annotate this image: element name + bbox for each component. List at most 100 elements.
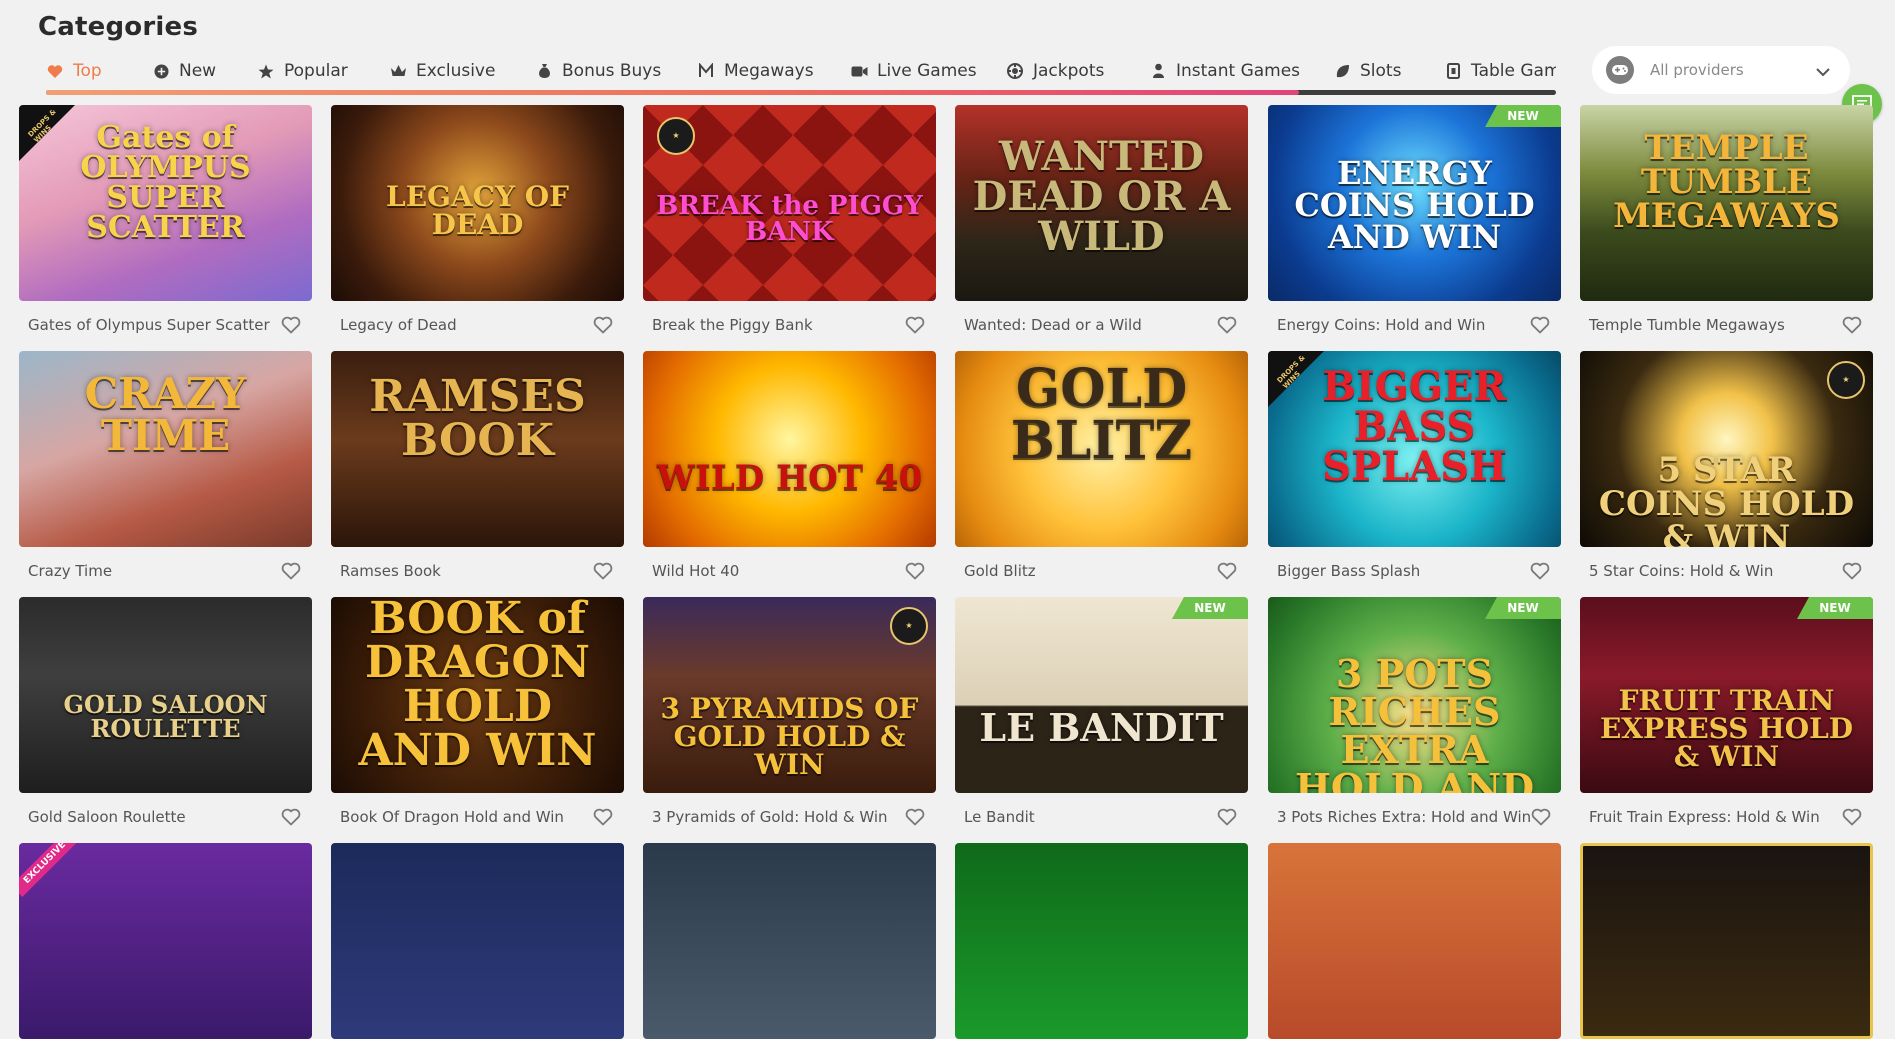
game-thumbnail[interactable]: 5 STAR COINS HOLD & WIN ★ <box>1580 351 1873 547</box>
tab-top[interactable]: Top <box>46 56 102 86</box>
game-thumbnail[interactable]: WILD HOT 40 <box>643 351 936 547</box>
game-name[interactable]: Break the Piggy Bank <box>652 316 813 334</box>
game-meta: 3 Pots Riches Extra: Hold and Win <box>1268 805 1561 829</box>
tab-table-games[interactable]: Table Games <box>1444 56 1556 86</box>
game-logo-text: Gates of OLYMPUS SUPER SCATTER <box>80 120 251 245</box>
game-name[interactable]: Temple Tumble Megaways <box>1589 316 1785 334</box>
game-thumbnail[interactable] <box>1580 843 1873 1039</box>
provider-select[interactable]: All providers <box>1592 46 1850 94</box>
game-logo-text: GOLD SALOON ROULETTE <box>63 690 268 743</box>
game-name[interactable]: 3 Pyramids of Gold: Hold & Win <box>652 808 888 826</box>
game-thumbnail[interactable] <box>1268 843 1561 1039</box>
chevron-down-icon <box>1816 62 1830 81</box>
page-title: Categories <box>38 12 199 42</box>
game-card: BIGGER BASS SPLASH DROPS & WINS Bigger Bas… <box>1268 351 1561 597</box>
game-name[interactable]: Legacy of Dead <box>340 316 457 334</box>
gamepad-icon <box>1606 56 1634 84</box>
game-name[interactable]: 3 Pots Riches Extra: Hold and Win <box>1277 808 1531 826</box>
favorite-heart-icon[interactable] <box>904 806 926 828</box>
tab-new[interactable]: New <box>152 56 216 86</box>
favorite-heart-icon[interactable] <box>1216 314 1238 336</box>
new-badge: NEW <box>1172 597 1248 619</box>
game-name[interactable]: Energy Coins: Hold and Win <box>1277 316 1485 334</box>
game-name[interactable]: Le Bandit <box>964 808 1035 826</box>
game-thumbnail[interactable]: BREAK the PIGGY BANK ★ <box>643 105 936 301</box>
game-thumbnail[interactable]: FRUIT TRAIN EXPRESS HOLD & WIN NEW <box>1580 597 1873 793</box>
game-logo-text: TEMPLE TUMBLE MEGAWAYS <box>1613 128 1840 236</box>
favorite-heart-icon[interactable] <box>1841 314 1863 336</box>
favorite-heart-icon[interactable] <box>592 560 614 582</box>
favorite-heart-icon[interactable] <box>1841 806 1863 828</box>
game-thumbnail[interactable]: RAMSES BOOK <box>331 351 624 547</box>
tab-popular[interactable]: Popular <box>257 56 348 86</box>
game-thumbnail[interactable]: BIGGER BASS SPLASH DROPS & WINS <box>1268 351 1561 547</box>
game-thumbnail[interactable]: CRAZY TIME <box>19 351 312 547</box>
favorite-heart-icon[interactable] <box>280 314 302 336</box>
tab-megaways[interactable]: Megaways <box>697 56 814 86</box>
game-thumbnail[interactable]: GOLD BLITZ <box>955 351 1248 547</box>
game-name[interactable]: Fruit Train Express: Hold & Win <box>1589 808 1820 826</box>
favorite-heart-icon[interactable] <box>1529 314 1551 336</box>
new-badge: NEW <box>1797 597 1873 619</box>
game-thumbnail[interactable] <box>331 843 624 1039</box>
tab-jackpots[interactable]: Jackpots <box>1006 56 1104 86</box>
favorite-heart-icon[interactable] <box>1841 560 1863 582</box>
game-thumbnail[interactable]: 3 PYRAMIDS OF GOLD HOLD & WIN ★ <box>643 597 936 793</box>
game-name[interactable]: Book Of Dragon Hold and Win <box>340 808 564 826</box>
game-card: WILD HOT 40 Wild Hot 40 <box>643 351 936 597</box>
tab-bonus-buys[interactable]: Bonus Buys <box>535 56 661 86</box>
favorite-heart-icon[interactable] <box>592 314 614 336</box>
game-card: GOLD SALOON ROULETTE Gold Saloon Roulette <box>19 597 312 843</box>
game-thumbnail[interactable]: TEMPLE TUMBLE MEGAWAYS <box>1580 105 1873 301</box>
game-name[interactable]: Wanted: Dead or a Wild <box>964 316 1142 334</box>
game-name[interactable]: Gates of Olympus Super Scatter <box>28 316 270 334</box>
game-name[interactable]: Gold Saloon Roulette <box>28 808 186 826</box>
tab-slots[interactable]: Slots <box>1333 56 1401 86</box>
money-bag-icon <box>535 62 553 80</box>
favorite-heart-icon[interactable] <box>592 806 614 828</box>
game-thumbnail[interactable] <box>643 843 936 1039</box>
megaways-icon <box>697 62 715 80</box>
exclusive-ribbon: EXCLUSIVE <box>19 843 79 897</box>
game-thumbnail[interactable]: 3 POTS RICHES EXTRA HOLD AND WIN NEW <box>1268 597 1561 793</box>
game-thumbnail[interactable]: WANTED DEAD OR A WILD <box>955 105 1248 301</box>
game-name[interactable]: Ramses Book <box>340 562 441 580</box>
favorite-heart-icon[interactable] <box>904 560 926 582</box>
game-logo-text: RAMSES BOOK <box>369 371 586 466</box>
game-thumbnail[interactable]: BOOK of DRAGON HOLD AND WIN <box>331 597 624 793</box>
tab-instant-games[interactable]: Instant Games <box>1149 56 1300 86</box>
tab-scrollbar-thumb[interactable] <box>46 90 1299 95</box>
tab-label: Live Games <box>877 61 977 81</box>
game-thumbnail[interactable]: LEGACY OF DEAD <box>331 105 624 301</box>
game-logo-text: LE BANDIT <box>979 705 1224 750</box>
game-name[interactable]: 5 Star Coins: Hold & Win <box>1589 562 1773 580</box>
favorite-heart-icon[interactable] <box>280 806 302 828</box>
game-meta: Book Of Dragon Hold and Win <box>331 805 624 829</box>
game-meta: Legacy of Dead <box>331 313 624 337</box>
game-thumbnail[interactable]: EXCLUSIVE <box>19 843 312 1039</box>
game-thumbnail[interactable]: LE BANDIT NEW <box>955 597 1248 793</box>
tab-exclusive[interactable]: Exclusive <box>389 56 495 86</box>
game-meta: Break the Piggy Bank <box>643 313 936 337</box>
game-meta: Crazy Time <box>19 559 312 583</box>
game-card: LEGACY OF DEAD Legacy of Dead <box>331 105 624 351</box>
game-name[interactable]: Wild Hot 40 <box>652 562 739 580</box>
favorite-heart-icon[interactable] <box>1216 806 1238 828</box>
game-name[interactable]: Bigger Bass Splash <box>1277 562 1420 580</box>
game-thumbnail[interactable]: Gates of OLYMPUS SUPER SCATTER DROPS & WI… <box>19 105 312 301</box>
game-card: BOOK of DRAGON HOLD AND WIN Book Of Drago… <box>331 597 624 843</box>
favorite-heart-icon[interactable] <box>904 314 926 336</box>
game-name[interactable]: Gold Blitz <box>964 562 1036 580</box>
game-logo-text: ENERGY COINS HOLD AND WIN <box>1294 154 1535 256</box>
new-badge: NEW <box>1485 597 1561 619</box>
game-thumbnail[interactable]: GOLD SALOON ROULETTE <box>19 597 312 793</box>
favorite-heart-icon[interactable] <box>1216 560 1238 582</box>
game-name[interactable]: Crazy Time <box>28 562 112 580</box>
favorite-heart-icon[interactable] <box>280 560 302 582</box>
game-thumbnail[interactable] <box>955 843 1248 1039</box>
favorite-heart-icon[interactable] <box>1531 806 1551 828</box>
favorite-heart-icon[interactable] <box>1529 560 1551 582</box>
tab-label: Table Games <box>1471 61 1556 81</box>
tab-live-games[interactable]: Live Games <box>850 56 977 86</box>
game-thumbnail[interactable]: ENERGY COINS HOLD AND WIN NEW <box>1268 105 1561 301</box>
